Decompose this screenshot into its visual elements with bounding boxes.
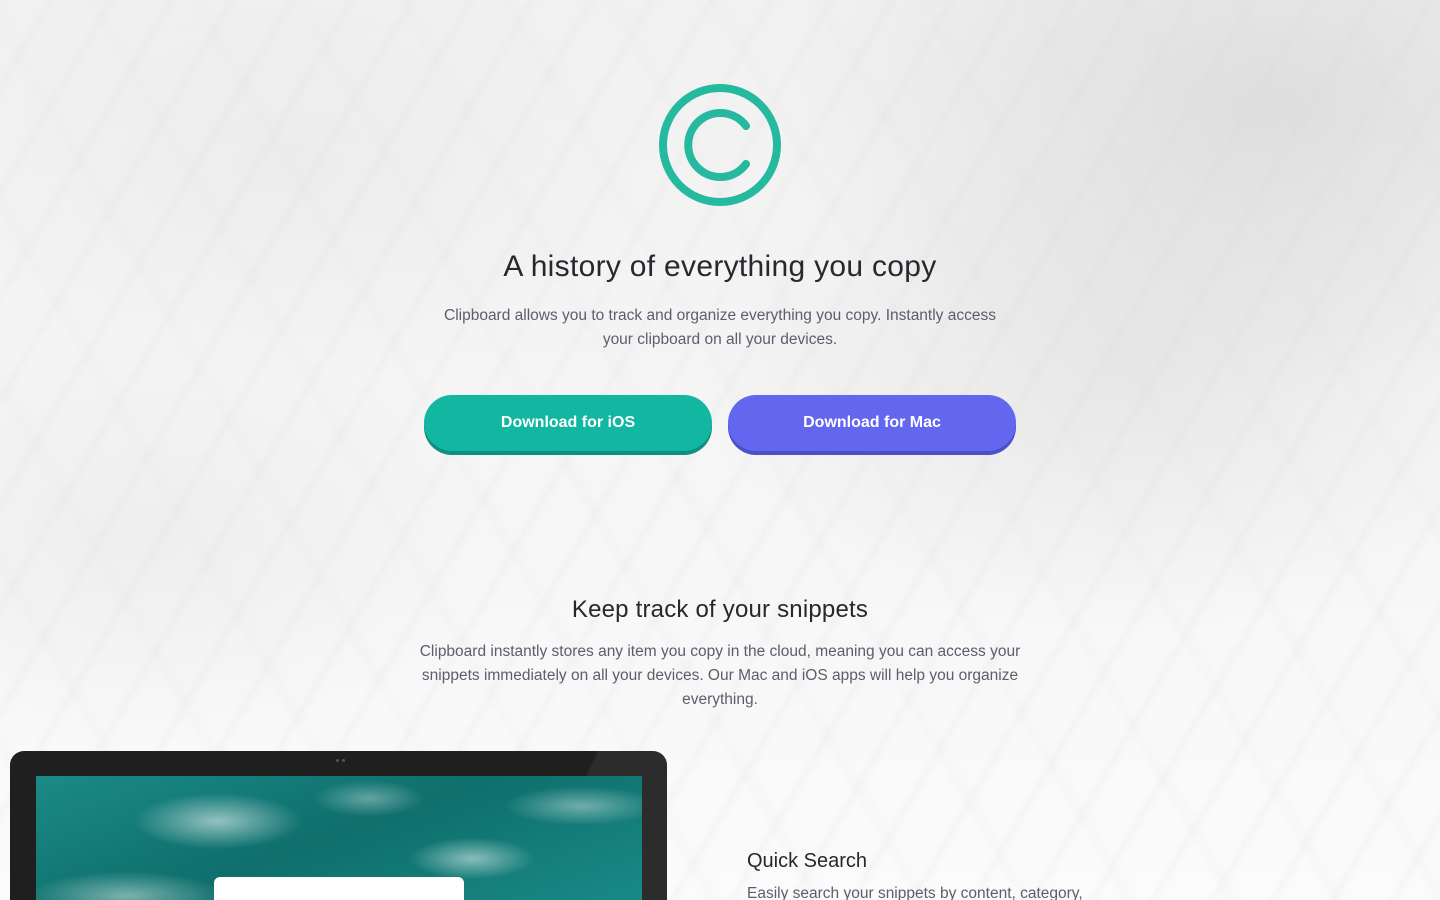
monitor-screen-ocean-image — [36, 776, 642, 900]
computer-monitor-image — [10, 751, 667, 900]
download-mac-button[interactable]: Download for Mac — [728, 395, 1016, 451]
hero-subtitle: Clipboard allows you to track and organi… — [444, 307, 996, 348]
snippets-subtitle: Clipboard instantly stores any item you … — [419, 643, 1021, 708]
screen-search-card — [214, 877, 464, 900]
camera-dots — [336, 759, 348, 763]
feature-description-quick-search: Easily search your snippets by content, … — [747, 885, 1083, 900]
snippets-title: Keep track of your snippets — [571, 596, 869, 623]
hero-title: A history of everything you copy — [503, 250, 937, 283]
feature-title-quick-search: Quick Search — [747, 850, 868, 872]
download-ios-button[interactable]: Download for iOS — [424, 395, 712, 451]
copyright-c-icon — [659, 84, 781, 206]
landing-page: A history of everything you copy Clipboa… — [0, 0, 1440, 900]
